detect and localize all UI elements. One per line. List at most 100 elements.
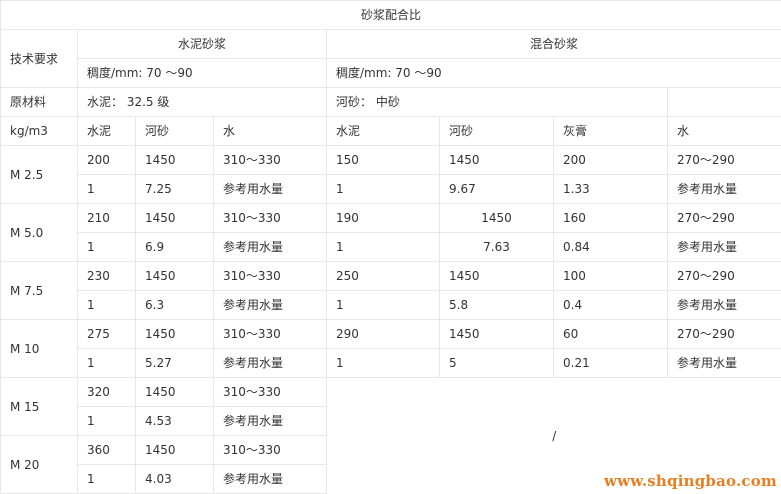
mortar-mix-table: 砂浆配合比 技术要求 水泥砂浆 混合砂浆 稠度/mm: 70 ～90 稠度/mm…	[0, 0, 781, 494]
table-cell: 1	[326, 348, 440, 378]
table-cell: 160	[553, 203, 668, 233]
table-cell: 4.03	[135, 464, 214, 494]
table-cell: 参考用水量	[666, 348, 781, 378]
table-cell: 参考用水量	[213, 406, 327, 436]
table-cell: 0.84	[553, 232, 668, 262]
table-cell: 250	[326, 261, 440, 291]
table-row: M 15 320 1450 310～330 /	[0, 377, 781, 494]
table-cell: 5.27	[135, 348, 214, 378]
table-cell: 310～330	[213, 435, 327, 465]
table-cell: 9.67	[439, 174, 554, 204]
col-header: 河砂	[135, 116, 214, 146]
table-cell: 参考用水量	[666, 290, 781, 320]
col-header: 水泥	[77, 116, 136, 146]
col-header: 水	[213, 116, 327, 146]
table-cell: 5	[439, 348, 554, 378]
grade-label: M 20	[0, 435, 78, 494]
table-cell: 7.25	[135, 174, 214, 204]
table-cell: 1	[326, 290, 440, 320]
table-cell: 参考用水量	[213, 174, 327, 204]
col-header: 水泥	[326, 116, 440, 146]
table-cell: 310～330	[213, 261, 327, 291]
table-cell: 310～330	[213, 145, 327, 175]
unit-label: kg/m3	[0, 116, 78, 146]
grade-label: M 10	[0, 319, 78, 378]
table-row: 1 6.3 参考用水量 1 5.8 0.4 参考用水量	[1, 290, 781, 320]
table-cell: 210	[77, 203, 136, 233]
river-sand-grade: 河砂： 中砂	[326, 87, 668, 117]
table-cell: 310～330	[213, 377, 327, 407]
table-cell: 1450	[135, 377, 214, 407]
table-cell: 1	[326, 232, 440, 262]
grade-label: M 5.0	[0, 203, 78, 262]
table-row: 1 6.9 参考用水量 1 7.63 0.84 参考用水量	[1, 232, 781, 262]
empty-cell	[666, 87, 781, 117]
table-cell: 1.33	[553, 174, 668, 204]
mixed-mortar-header: 混合砂浆	[325, 29, 781, 59]
col-header: 水	[666, 116, 781, 146]
table-cell: 1450	[135, 435, 214, 465]
table-cell: 230	[77, 261, 136, 291]
col-header: 河砂	[439, 116, 554, 146]
col-header: 灰膏	[553, 116, 668, 146]
table-cell: 150	[326, 145, 440, 175]
table-cell: 1450	[439, 203, 554, 233]
table-row: 1 5.27 参考用水量 1 5 0.21 参考用水量	[1, 348, 781, 378]
table-cell: 320	[77, 377, 136, 407]
table-title: 砂浆配合比	[0, 0, 781, 30]
table-cell: 参考用水量	[213, 290, 327, 320]
table-cell: 0.21	[553, 348, 668, 378]
grade-label: M 15	[0, 377, 78, 436]
table-cell: 100	[553, 261, 668, 291]
table-cell: 0.4	[553, 290, 668, 320]
table-cell: 1	[77, 348, 136, 378]
table-cell: 4.53	[135, 406, 214, 436]
table-cell: 190	[326, 203, 440, 233]
cement-grade: 水泥： 32.5 级	[77, 87, 327, 117]
table-cell: 1	[326, 174, 440, 204]
site-watermark: www.shqingbao.com	[604, 472, 777, 490]
table-cell: 310～330	[213, 319, 327, 349]
table-cell: 7.63	[439, 232, 554, 262]
grade-label: M 2.5	[0, 145, 78, 204]
table-cell: 1450	[439, 261, 554, 291]
table-cell: 1	[77, 464, 136, 494]
table-cell: 参考用水量	[213, 232, 327, 262]
table-row: 1 7.25 参考用水量 1 9.67 1.33 参考用水量	[1, 174, 781, 204]
table-row: M 2.5 200 1450 310～330 150 1450 200 270～…	[0, 145, 781, 204]
table-cell: 参考用水量	[666, 232, 781, 262]
table-cell: 1450	[135, 203, 214, 233]
table-cell: 310～330	[213, 203, 327, 233]
table-cell: 1	[77, 174, 136, 204]
table-cell: 270～290	[666, 203, 781, 233]
table-cell: 360	[77, 435, 136, 465]
table-cell: 1450	[135, 261, 214, 291]
table-cell: 参考用水量	[666, 174, 781, 204]
tech-req-label: 技术要求	[0, 29, 78, 88]
table-cell: 275	[77, 319, 136, 349]
table-cell: 6.3	[135, 290, 214, 320]
table-cell: 1450	[439, 145, 554, 175]
table-cell: 270～290	[666, 319, 781, 349]
table-cell: 6.9	[135, 232, 214, 262]
table-cell: 1	[77, 290, 136, 320]
table-cell: 200	[553, 145, 668, 175]
consistency-cement: 稠度/mm: 70 ～90	[77, 58, 327, 88]
table-cell: 60	[553, 319, 668, 349]
grade-label: M 7.5	[0, 261, 78, 320]
table-cell: 200	[77, 145, 136, 175]
table-cell: 1	[77, 232, 136, 262]
table-cell: 270～290	[666, 145, 781, 175]
table-cell: 参考用水量	[213, 464, 327, 494]
table-cell: 290	[326, 319, 440, 349]
table-row: M 7.5 230 1450 310～330 250 1450 100 270～…	[0, 261, 781, 320]
cement-mortar-header: 水泥砂浆	[77, 29, 327, 59]
table-row: M 10 275 1450 310～330 290 1450 60 270～29…	[0, 319, 781, 378]
table-cell: 1450	[135, 319, 214, 349]
consistency-mixed: 稠度/mm: 70 ～90	[325, 58, 781, 88]
table-cell: 270～290	[666, 261, 781, 291]
raw-material-label: 原材料	[0, 87, 78, 117]
table-cell: 5.8	[439, 290, 554, 320]
table-cell: 1450	[135, 145, 214, 175]
table-cell: 1	[77, 406, 136, 436]
